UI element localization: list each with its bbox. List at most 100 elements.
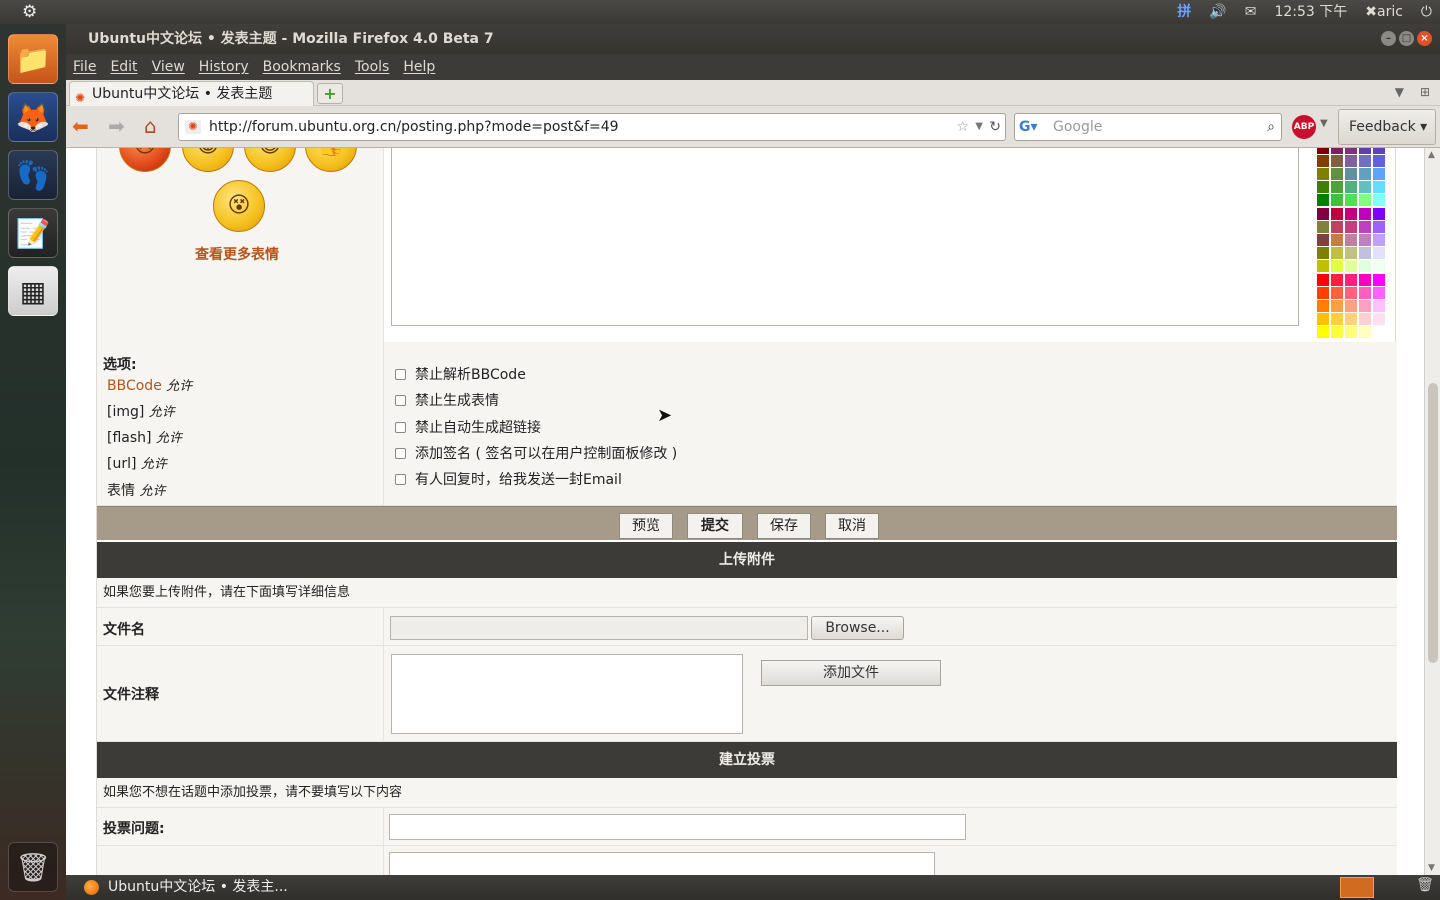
color-swatch[interactable] xyxy=(1373,148,1385,154)
save-button[interactable]: 保存 xyxy=(757,513,811,539)
color-swatch[interactable] xyxy=(1359,247,1371,259)
menu-help[interactable]: Help xyxy=(403,59,435,75)
color-swatch[interactable] xyxy=(1359,221,1371,233)
color-swatch[interactable] xyxy=(1373,326,1385,338)
feedback-button[interactable]: Feedback ▾ xyxy=(1338,109,1436,145)
color-swatch[interactable] xyxy=(1317,208,1329,220)
taskbar-firefox-indicator[interactable] xyxy=(1340,877,1374,898)
close-button[interactable]: × xyxy=(1417,31,1432,46)
color-swatch[interactable] xyxy=(1345,326,1357,338)
color-swatch[interactable] xyxy=(1359,287,1371,299)
checkbox-box[interactable] xyxy=(395,447,406,459)
color-swatch[interactable] xyxy=(1373,313,1385,325)
poll-options-textarea[interactable] xyxy=(389,852,935,875)
color-swatch[interactable] xyxy=(1331,181,1343,193)
color-swatch[interactable] xyxy=(1331,326,1343,338)
color-swatch[interactable] xyxy=(1345,181,1357,193)
envelope-icon[interactable]: ✉ xyxy=(1245,0,1257,24)
input-method-indicator[interactable]: 拼 xyxy=(1177,0,1191,24)
smiley-angry-icon[interactable]: 😠 xyxy=(119,148,171,172)
checkbox-box[interactable] xyxy=(395,394,406,406)
color-swatch[interactable] xyxy=(1317,300,1329,312)
color-swatch[interactable] xyxy=(1331,300,1343,312)
trash-icon[interactable]: 🗑 xyxy=(8,842,58,892)
power-icon[interactable]: ⏻ xyxy=(1421,0,1432,24)
color-swatch[interactable] xyxy=(1317,148,1329,154)
taskbar-trash-icon[interactable]: 🗑 xyxy=(1414,877,1436,898)
new-tab-button[interactable]: + xyxy=(317,83,343,104)
submit-button[interactable]: 提交 xyxy=(687,513,743,539)
color-swatch[interactable] xyxy=(1373,287,1385,299)
color-swatch[interactable] xyxy=(1345,148,1357,154)
scrollbar-thumb[interactable] xyxy=(1428,383,1438,663)
color-palette[interactable] xyxy=(1317,148,1389,338)
color-swatch[interactable] xyxy=(1373,247,1385,259)
color-swatch[interactable] xyxy=(1317,234,1329,246)
cancel-button[interactable]: 取消 xyxy=(825,513,879,539)
color-swatch[interactable] xyxy=(1317,168,1329,180)
color-swatch[interactable] xyxy=(1359,260,1371,272)
empathy-icon[interactable]: 👣 xyxy=(8,150,58,200)
minimize-button[interactable]: – xyxy=(1381,31,1396,46)
color-swatch[interactable] xyxy=(1331,168,1343,180)
smiley-grin-icon[interactable]: 😁 xyxy=(182,148,234,172)
firefox-icon[interactable]: 🦊 xyxy=(8,92,58,142)
notes-icon[interactable]: 📝 xyxy=(8,208,58,258)
color-swatch[interactable] xyxy=(1373,260,1385,272)
color-swatch[interactable] xyxy=(1331,247,1343,259)
color-swatch[interactable] xyxy=(1317,194,1329,206)
add-file-button[interactable]: 添加文件 xyxy=(761,660,941,686)
color-swatch[interactable] xyxy=(1373,208,1385,220)
poll-question-input[interactable] xyxy=(389,814,966,840)
color-swatch[interactable] xyxy=(1345,313,1357,325)
tab-groups-icon[interactable]: ⊞ xyxy=(1420,85,1430,99)
color-swatch[interactable] xyxy=(1359,208,1371,220)
color-swatch[interactable] xyxy=(1345,208,1357,220)
color-swatch[interactable] xyxy=(1317,260,1329,272)
reload-icon[interactable]: ↻ xyxy=(989,114,1001,140)
color-swatch[interactable] xyxy=(1331,274,1343,286)
smiley-laugh-icon[interactable]: 😆 xyxy=(244,148,296,172)
browse-button[interactable]: Browse... xyxy=(811,616,904,640)
color-swatch[interactable] xyxy=(1345,221,1357,233)
site-identity-icon[interactable]: ✺ xyxy=(185,120,201,134)
color-swatch[interactable] xyxy=(1359,326,1371,338)
color-swatch[interactable] xyxy=(1331,148,1343,154)
menu-edit[interactable]: Edit xyxy=(110,59,137,75)
color-swatch[interactable] xyxy=(1345,300,1357,312)
list-all-tabs-icon[interactable]: ▼ xyxy=(1395,85,1404,99)
color-swatch[interactable] xyxy=(1359,181,1371,193)
color-swatch[interactable] xyxy=(1373,168,1385,180)
color-swatch[interactable] xyxy=(1359,313,1371,325)
color-swatch[interactable] xyxy=(1345,155,1357,167)
preview-button[interactable]: 预览 xyxy=(619,513,673,539)
color-swatch[interactable] xyxy=(1373,194,1385,206)
color-swatch[interactable] xyxy=(1331,155,1343,167)
tab-forum[interactable]: ✺ Ubuntu中文论坛 • 发表主题 xyxy=(69,81,314,106)
color-swatch[interactable] xyxy=(1317,313,1329,325)
color-swatch[interactable] xyxy=(1359,300,1371,312)
checkbox-notify-reply[interactable]: 有人回复时，给我发送一封Email xyxy=(395,469,622,489)
checkbox-box[interactable] xyxy=(395,473,406,485)
color-swatch[interactable] xyxy=(1359,274,1371,286)
menu-bookmarks[interactable]: Bookmarks xyxy=(263,59,341,75)
color-swatch[interactable] xyxy=(1345,247,1357,259)
color-swatch[interactable] xyxy=(1345,194,1357,206)
workspaces-icon[interactable]: ▦ xyxy=(8,266,58,316)
color-swatch[interactable] xyxy=(1331,194,1343,206)
color-swatch[interactable] xyxy=(1359,194,1371,206)
color-swatch[interactable] xyxy=(1359,234,1371,246)
checkbox-disable-smilies[interactable]: 禁止生成表情 xyxy=(395,390,499,410)
message-textarea[interactable] xyxy=(391,148,1299,326)
smiley-thumbsup-icon[interactable]: 👍 xyxy=(305,148,357,172)
color-swatch[interactable] xyxy=(1331,234,1343,246)
scroll-down-icon[interactable]: ▼ xyxy=(1428,863,1435,873)
menu-view[interactable]: View xyxy=(152,59,185,75)
more-smilies-link[interactable]: 查看更多表情 xyxy=(195,244,279,264)
checkbox-box[interactable] xyxy=(395,421,406,433)
file-comment-textarea[interactable] xyxy=(391,654,743,734)
color-swatch[interactable] xyxy=(1317,326,1329,338)
maximize-button[interactable]: □ xyxy=(1399,31,1414,46)
checkbox-disable-bbcode[interactable]: 禁止解析BBCode xyxy=(395,364,526,384)
bbcode-link[interactable]: BBCode xyxy=(107,378,162,394)
